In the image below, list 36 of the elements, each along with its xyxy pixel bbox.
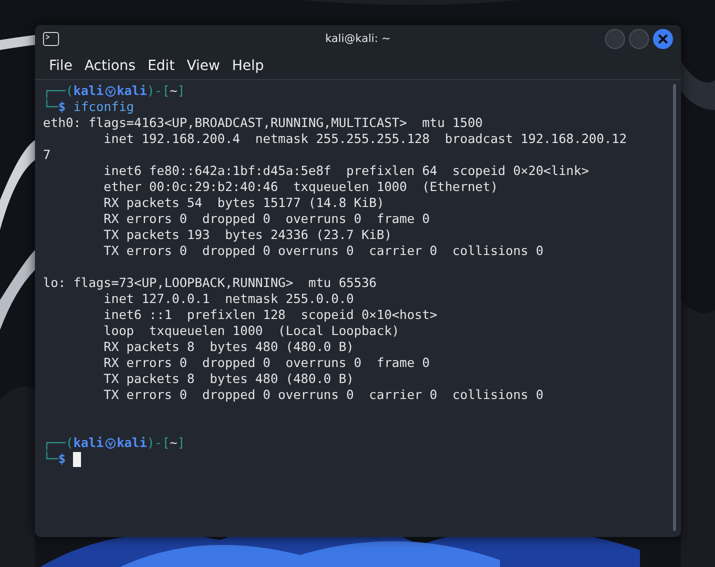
- terminal-line: TX errors 0 dropped 0 overruns 0 carrier 0 collisions 0: [102, 243, 544, 259]
- circle-symbol-icon: [104, 438, 116, 448]
- terminal-line: RX errors 0 dropped 0 overruns 0 frame 0: [102, 211, 431, 227]
- menu-item[interactable]: Help: [226, 56, 270, 76]
- menu-item[interactable]: File: [43, 56, 78, 76]
- prompt-text: ┌──(kali: [43, 83, 104, 99]
- terminal-line: ether 00:0c:29:b2:40:46 txqueuelen 1000 (Ethernet): [102, 179, 499, 195]
- terminal-line: TX packets 193 bytes 24336 (23.7 KiB): [102, 227, 393, 243]
- terminal-icon: [43, 32, 59, 46]
- terminal-line: TX errors 0 dropped 0 overruns 0 carrier 0 collisions 0: [102, 387, 544, 403]
- circle-symbol-icon: [104, 86, 116, 96]
- terminal-line: TX packets 8 bytes 480 (480.0 B): [102, 371, 355, 387]
- menu-item[interactable]: View: [180, 56, 226, 76]
- terminal-line: loop txqueuelen 1000 (Local Loopback): [102, 323, 400, 339]
- window-title: kali@kali: ~: [325, 30, 391, 47]
- prompt-text: └─$: [43, 451, 66, 467]
- terminal-line: RX errors 0 dropped 0 overruns 0 frame 0: [102, 355, 431, 371]
- terminal-line: inet 127.0.0.1 netmask 255.0.0.0: [102, 291, 355, 307]
- terminal-line: RX packets 8 bytes 480 (480.0 B): [102, 339, 355, 355]
- terminal-line: inet6 fe80::642a:1bf:d45a:5e8f prefixlen 64 scopeid 0×20<link>: [102, 163, 590, 179]
- menu-item[interactable]: Actions: [78, 56, 142, 76]
- minimize-button[interactable]: [605, 29, 625, 49]
- terminal-line: eth0: flags=4163<UP,BROADCAST,RUNNING,MULTICAST> mtu 1500: [43, 115, 484, 131]
- scrollbar[interactable]: [673, 84, 676, 531]
- terminal-line: RX packets 54 bytes 15177 (14.8 KiB): [102, 195, 386, 211]
- command-line: └─$ ifconfig: [43, 99, 134, 115]
- terminal-line: inet 192.168.200.4 netmask 255.255.255.128 broadcast 192.168.200.12: [102, 131, 628, 147]
- prompt-text: kali)-[~]: [116, 83, 185, 99]
- close-button[interactable]: [653, 29, 673, 49]
- terminal-line: 7: [43, 147, 52, 163]
- terminal-line: lo: flags=73<UP,LOOPBACK,RUNNING> mtu 65536: [43, 275, 378, 291]
- terminal-line: inet6 ::1 prefixlen 128 scopeid 0×10<host>: [102, 307, 438, 323]
- menu-item[interactable]: Edit: [142, 56, 181, 76]
- prompt-text: kali)-[~]: [116, 435, 185, 451]
- close-icon: [658, 34, 668, 44]
- prompt-text: ┌──(kali: [43, 435, 104, 451]
